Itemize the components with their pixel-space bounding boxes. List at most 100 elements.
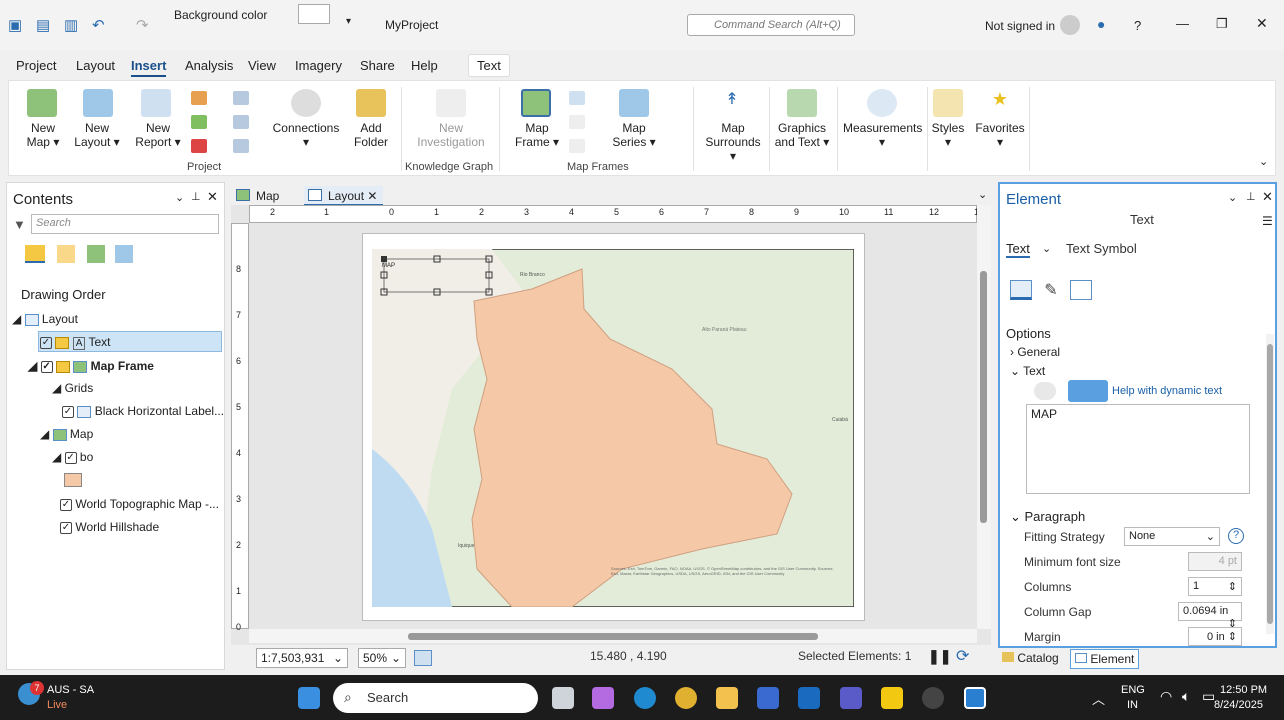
file-explorer-icon[interactable] <box>716 687 738 709</box>
favorites-button[interactable]: Favorites ▾ <box>973 121 1027 149</box>
arcgis-icon[interactable] <box>922 687 944 709</box>
help-icon[interactable]: ? <box>1134 18 1141 33</box>
taskbar-search[interactable]: Search <box>333 683 538 713</box>
tree-item-layout[interactable]: ◢ Layout <box>12 312 78 326</box>
command-search-input[interactable]: Command Search (Alt+Q) <box>687 14 855 36</box>
map-frame[interactable]: Rio Branco Alto Paraná Plateau Cuiabá Iq… <box>372 249 854 607</box>
edge-icon[interactable] <box>634 687 656 709</box>
new-investigation-button[interactable]: New Investigation <box>409 121 493 149</box>
connections-button[interactable]: Connections ▾ <box>271 121 341 149</box>
text-options-dropdown-icon[interactable]: ⌄ <box>1042 242 1051 255</box>
open-project-icon[interactable]: ▤ <box>36 16 50 34</box>
insert-dynamic-text-icon[interactable] <box>1034 382 1056 400</box>
minimize-icon[interactable]: — <box>1176 16 1189 31</box>
task-icon[interactable] <box>191 139 207 153</box>
tab-share[interactable]: Share <box>360 58 395 73</box>
selection-order-icon[interactable] <box>57 245 75 263</box>
view-menu-icon[interactable]: ⌄ <box>978 188 987 201</box>
drawing-order-icon[interactable] <box>25 245 45 263</box>
snap-grid-icon[interactable] <box>414 650 432 666</box>
general-section[interactable]: › General <box>1010 345 1060 359</box>
vertical-scrollbar[interactable] <box>977 205 991 629</box>
tab-analysis[interactable]: Analysis <box>185 58 233 73</box>
tree-item-black-horizontal-label[interactable]: ✓ Black Horizontal Label... <box>62 404 224 418</box>
toolbox-icon[interactable] <box>191 115 207 129</box>
layout-view[interactable]: 2 1 0 1 2 3 4 5 6 7 8 9 10 11 12 13 8 7 … <box>231 205 991 645</box>
import-report-icon[interactable] <box>233 139 249 153</box>
new-layout-button[interactable]: New Layout ▾ <box>71 121 123 149</box>
minimum-font-size-input[interactable]: 4 pt <box>1188 552 1242 571</box>
fitting-strategy-select[interactable]: None ⌄ <box>1124 527 1220 546</box>
column-gap-input[interactable]: 0.0694 in ⇕ <box>1178 602 1242 630</box>
text-section[interactable]: ⌄ Text <box>1010 364 1045 378</box>
chrome-icon[interactable] <box>675 687 697 709</box>
element-scrollbar[interactable] <box>1266 334 1274 634</box>
outlook-icon[interactable] <box>798 687 820 709</box>
options-view-icon[interactable] <box>1010 280 1032 300</box>
tab-map-view[interactable]: Map <box>232 186 285 206</box>
restore-icon[interactable]: ❐ <box>1216 16 1228 32</box>
show-hidden-icons[interactable]: ︿ <box>1092 689 1105 708</box>
tab-catalog[interactable]: Catalog <box>1002 651 1059 665</box>
background-color-picker[interactable] <box>298 4 330 24</box>
display-view-icon[interactable] <box>1070 280 1092 300</box>
notebook-icon[interactable] <box>233 91 249 105</box>
pause-icon[interactable]: ❚❚ <box>928 648 951 665</box>
tab-insert[interactable]: Insert <box>131 58 167 77</box>
grid-icon[interactable] <box>569 139 585 153</box>
tab-layout[interactable]: Layout <box>76 58 115 73</box>
tab-text-symbol[interactable]: Text Symbol <box>1066 241 1137 256</box>
map-frame-button[interactable]: Map Frame ▾ <box>513 121 561 149</box>
task-view-icon[interactable] <box>552 687 574 709</box>
new-map-button[interactable]: New Map ▾ <box>23 121 63 149</box>
dynamic-text-help-link[interactable]: Help with dynamic text <box>1112 385 1222 397</box>
new-report-button[interactable]: New Report ▾ <box>133 121 183 149</box>
bo-symbol-swatch[interactable] <box>64 473 82 487</box>
tree-item-world-topographic[interactable]: ✓ World Topographic Map -... <box>60 497 219 511</box>
import-map-icon[interactable] <box>191 91 207 105</box>
placement-view-icon[interactable]: ✎ <box>1040 280 1062 300</box>
save-icon[interactable]: ▥ <box>64 16 78 34</box>
tree-item-map-frame[interactable]: ◢ ✓ Map Frame <box>28 359 154 373</box>
margin-input[interactable]: 0 in ⇕ <box>1188 627 1242 646</box>
filter-icon[interactable]: ▼ <box>13 217 26 232</box>
new-project-icon[interactable]: ▣ <box>8 16 22 34</box>
pin-icon[interactable]: ⊥ <box>191 190 201 203</box>
tab-project[interactable]: Project <box>16 58 56 73</box>
tree-item-grids[interactable]: ◢ Grids <box>52 381 93 395</box>
close-icon[interactable]: ✕ <box>1256 15 1268 32</box>
customize-toolbar-icon[interactable]: ▾ <box>346 16 351 27</box>
reshape-frame-icon[interactable] <box>569 91 585 105</box>
graphics-and-text-button[interactable]: Graphics and Text ▾ <box>773 121 831 149</box>
dynamic-text-help-icon[interactable] <box>1068 380 1108 402</box>
horizontal-scrollbar[interactable] <box>249 629 977 643</box>
map-series-button[interactable]: Map Series ▾ <box>609 121 659 149</box>
language-indicator[interactable]: ENG <box>1121 684 1145 696</box>
close-layout-tab-icon[interactable]: ✕ <box>367 189 377 203</box>
tree-item-bo-layer[interactable]: ◢ ✓ bo <box>52 450 93 464</box>
tree-item-text[interactable]: ✓ A Text <box>40 335 111 350</box>
undo-icon[interactable]: ↶ <box>92 16 105 34</box>
contents-menu-icon[interactable]: ⌄ <box>175 191 184 204</box>
tab-help[interactable]: Help <box>411 58 438 73</box>
ribbon-collapse-icon[interactable]: ⌄ <box>1259 155 1268 168</box>
tab-view[interactable]: View <box>248 58 276 73</box>
teams-icon[interactable] <box>840 687 862 709</box>
add-folder-button[interactable]: Add Folder <box>349 121 393 149</box>
tree-item-map[interactable]: ◢ Map <box>40 427 93 441</box>
columns-input[interactable]: 1 ⇕ <box>1188 577 1242 596</box>
tab-element[interactable]: Element <box>1070 649 1140 669</box>
text-content-input[interactable]: MAP <box>1026 404 1250 494</box>
snapping-icon[interactable] <box>115 245 133 263</box>
scale-combo[interactable]: 1:7,503,931 ⌄ <box>256 648 348 668</box>
zoom-combo[interactable]: 50% ⌄ <box>358 648 406 668</box>
selected-elements-status[interactable]: Selected Elements: 1 <box>798 649 911 663</box>
styles-button[interactable]: Styles ▾ <box>929 121 967 149</box>
horizontal-scroll-thumb[interactable] <box>408 633 818 640</box>
tab-text[interactable]: Text <box>468 54 510 77</box>
weather-location[interactable]: AUS - SA <box>47 684 94 696</box>
element-close-icon[interactable]: ✕ <box>1262 189 1273 205</box>
element-menu-icon[interactable]: ⌄ <box>1228 191 1237 204</box>
arcgis-pro-active-icon[interactable] <box>964 687 986 709</box>
measurements-button[interactable]: Measurements ▾ <box>843 121 922 149</box>
